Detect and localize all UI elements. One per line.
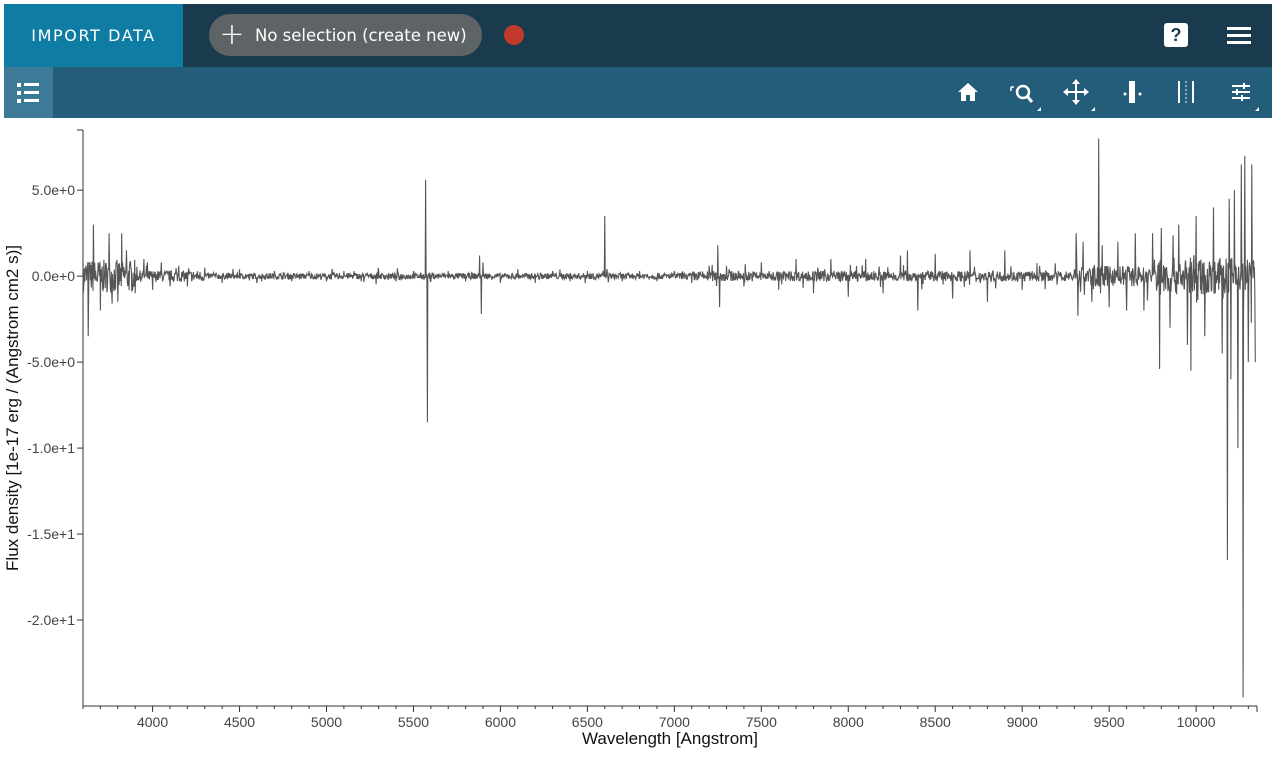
y-tick-label: -5.0e+0 — [27, 354, 75, 370]
help-icon[interactable]: ? — [1164, 23, 1188, 47]
import-data-button[interactable]: IMPORT DATA — [4, 4, 183, 67]
spectrum-line — [82, 138, 1256, 698]
y-tick-label: 5.0e+0 — [32, 182, 75, 198]
data-menu-button[interactable] — [4, 67, 53, 118]
x-tick-label: 9500 — [1094, 714, 1125, 730]
x-tick-label: 9000 — [1007, 714, 1038, 730]
pan-icon[interactable] — [1056, 67, 1096, 118]
x-tick-label: 5000 — [311, 714, 342, 730]
x-tick-label: 8500 — [920, 714, 951, 730]
x-axis-label: Wavelength [Angstrom] — [582, 729, 758, 748]
x-tick-label: 7000 — [659, 714, 690, 730]
zoom-icon[interactable] — [1002, 67, 1042, 118]
spectrum-plot[interactable]: 4000 4500 5000 5500 6000 6500 7000 7500 8000 8500… — [3, 118, 1272, 770]
settings-sliders-icon[interactable] — [1220, 67, 1260, 118]
app-frame: IMPORT DATA + No selection (create new) … — [3, 4, 1272, 770]
x-tick-label: 7500 — [746, 714, 777, 730]
x-tick-label: 10000 — [1177, 714, 1216, 730]
range-select-icon[interactable] — [1166, 67, 1206, 118]
x-tick-label: 6000 — [485, 714, 516, 730]
status-indicator — [504, 25, 524, 45]
x-tick-label: 6500 — [572, 714, 603, 730]
y-tick-label: 0.0e+0 — [32, 268, 75, 284]
chart-svg: 4000 4500 5000 5500 6000 6500 7000 7500 8000 8500… — [3, 129, 1258, 748]
x-tick-label: 8000 — [833, 714, 864, 730]
y-tick-label: -1.0e+1 — [27, 440, 75, 456]
x-tick-label: 4500 — [224, 714, 255, 730]
selection-label: No selection (create new) — [255, 25, 467, 45]
y-axis-label: Flux density [1e-17 erg / (Angstrom cm2 … — [4, 245, 22, 571]
selection-dropdown[interactable]: + No selection (create new) — [209, 14, 482, 56]
top-bar: IMPORT DATA + No selection (create new) … — [4, 4, 1272, 67]
list-icon — [17, 83, 39, 103]
home-icon[interactable] — [948, 67, 988, 118]
x-tick-label: 4000 — [137, 714, 168, 730]
y-tick-label: -1.5e+1 — [27, 526, 75, 542]
y-tick-label: -2.0e+1 — [27, 612, 75, 628]
plus-icon: + — [219, 17, 245, 52]
viewer-toolbar — [4, 67, 1272, 118]
hamburger-menu-icon[interactable] — [1225, 24, 1253, 48]
x-tick-label: 5500 — [398, 714, 429, 730]
single-pixel-select-icon[interactable] — [1110, 67, 1150, 118]
